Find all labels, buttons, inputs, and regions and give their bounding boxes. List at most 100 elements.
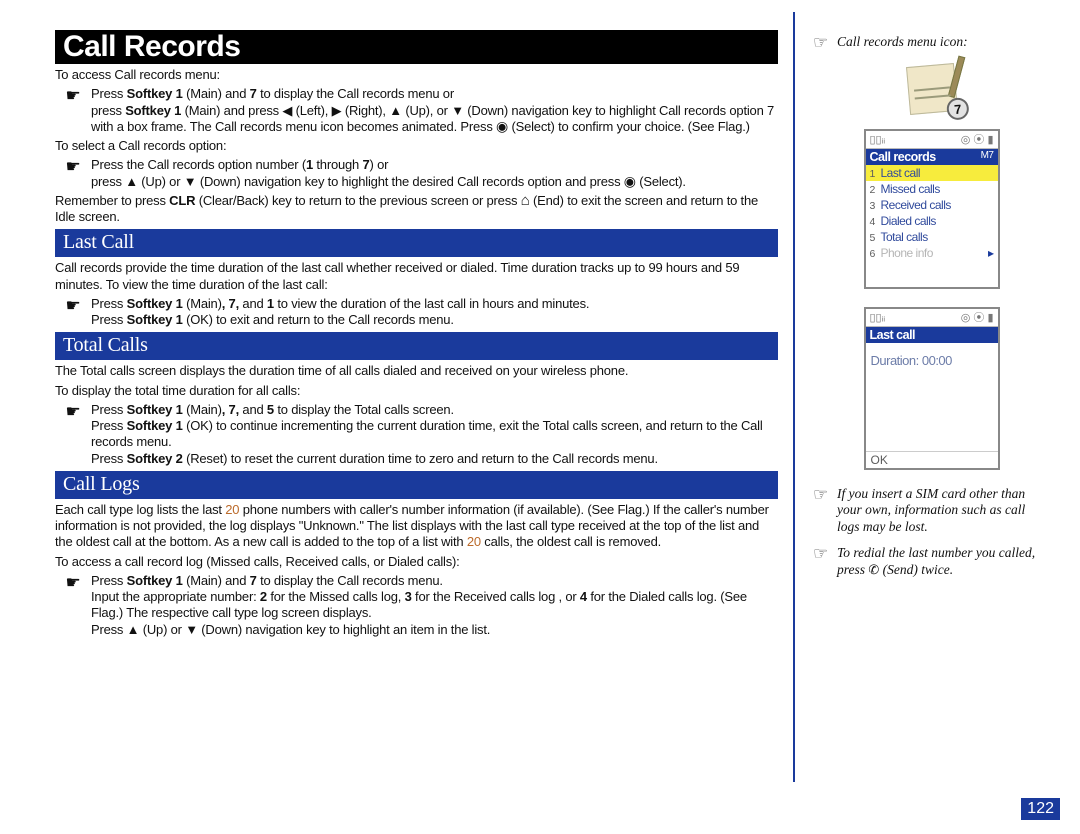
t: Press [91, 573, 127, 588]
select-icon [496, 119, 508, 133]
t: Softkey 1 [127, 573, 183, 588]
pointer-icon: ☛ [55, 157, 91, 190]
menu-number-badge: 7 [945, 97, 969, 121]
t: (Main) and press [181, 103, 282, 118]
annotation-icon: ☞ [813, 486, 837, 505]
t: Press [91, 86, 127, 101]
t: 7 [363, 157, 370, 172]
phone-screen-last-call: ▯▯ᵢᵢ ◎ ⦿ ▮ Last call Duration: 00:00 OK [864, 307, 1000, 470]
left-arrow-icon [282, 104, 292, 117]
section-total-calls: Total Calls [55, 332, 778, 360]
annotation: ☞ To redial the last number you called, … [813, 545, 1050, 578]
t: , 7, [222, 402, 239, 417]
n: 2 [870, 184, 881, 196]
status-bar: ▯▯ᵢᵢ ◎ ⦿ ▮ [866, 309, 998, 327]
t: press [91, 174, 125, 189]
t: Input the appropriate number: [91, 589, 260, 604]
pointer-icon: ☛ [55, 86, 91, 135]
remember-line: Remember to press CLR (Clear/Back) key t… [55, 193, 778, 226]
menu-item-total: 5Total calls [866, 229, 998, 245]
up-arrow-icon [125, 175, 138, 188]
page-number: 122 [1021, 798, 1060, 820]
status-left: ▯▯ᵢᵢ [870, 311, 886, 324]
duration-value: Duration: 00:00 [866, 343, 998, 451]
softkey-left: OK [871, 453, 888, 467]
bullet-total-calls: ☛ Press Softkey 1 (Main), 7, and 5 to di… [55, 402, 778, 467]
screen-title-bar: Last call [866, 327, 998, 343]
t: 20 [225, 502, 239, 517]
t: (Clear/Back) key to return to the previo… [195, 193, 520, 208]
t: ) or [370, 157, 389, 172]
total-calls-desc: The Total calls screen displays the dura… [55, 363, 778, 379]
select-icon [624, 174, 636, 188]
t: (OK) to continue incrementing the curren… [91, 418, 763, 449]
t: for the Missed calls log, [267, 589, 405, 604]
end-icon [521, 193, 530, 208]
t: Softkey 1 [127, 402, 183, 417]
menu-item-received: 3Received calls [866, 197, 998, 213]
total-calls-intro: To display the total time duration for a… [55, 383, 778, 399]
t: Softkey 1 [125, 103, 181, 118]
pointer-icon: ☛ [55, 573, 91, 638]
menu-item-dialed: 4Dialed calls [866, 213, 998, 229]
call-logs-desc: Each call type log lists the last 20 pho… [55, 502, 778, 551]
t: (Main) and [183, 573, 250, 588]
t: 7 [250, 573, 257, 588]
up-arrow-icon [389, 104, 402, 117]
screen-title: Call records [870, 150, 936, 164]
t: (Main) [183, 296, 222, 311]
bullet-call-logs: ☛ Press Softkey 1 (Main) and 7 to displa… [55, 573, 778, 638]
t: and [239, 402, 267, 417]
t: 4 [580, 589, 587, 604]
bullet-access: ☛ Press Softkey 1 (Main) and 7 to displa… [55, 86, 778, 135]
annotation: ☞ Call records menu icon: [813, 34, 1050, 53]
t: 7 [250, 86, 257, 101]
bullet-last-call: ☛ Press Softkey 1 (Main), 7, and 1 to vi… [55, 296, 778, 329]
t: (Send) twice. [879, 562, 953, 577]
t: Press the Call records option number ( [91, 157, 306, 172]
t: Softkey 2 [127, 451, 183, 466]
menu-icon-illustration: 7 [908, 65, 956, 113]
page-title: Call Records [55, 30, 778, 64]
up-arrow-icon [127, 623, 140, 636]
t: Softkey 1 [127, 296, 183, 311]
softkey-bar: OK [866, 451, 998, 468]
status-right: ◎ ⦿ ▮ [961, 131, 994, 147]
down-arrow-icon [185, 623, 198, 636]
t: (Select). [636, 174, 686, 189]
t: calls, the oldest call is removed. [481, 534, 661, 549]
submenu-arrow-icon: ▸ [988, 246, 994, 260]
t: Press [91, 296, 127, 311]
main-content: Call Records To access Call records menu… [55, 30, 793, 640]
t: Softkey 1 [127, 312, 183, 327]
t: Each call type log lists the last [55, 502, 225, 517]
screen-title: Last call [870, 328, 916, 342]
t: Softkey 1 [127, 86, 183, 101]
l: Total calls [881, 230, 928, 244]
n: 1 [870, 168, 881, 180]
t: to display the Call records menu or [257, 86, 454, 101]
t: (Left), [292, 103, 331, 118]
t: Press [91, 451, 127, 466]
annotation-text: To redial the last number you called, pr… [837, 545, 1050, 578]
section-call-logs: Call Logs [55, 471, 778, 499]
select-line: To select a Call records option: [55, 138, 778, 154]
annotation: ☞ If you insert a SIM card other than yo… [813, 486, 1050, 535]
t: (Up), or [402, 103, 451, 118]
intro-line: To access Call records menu: [55, 67, 778, 83]
screen-title-code: M7 [981, 150, 994, 164]
t: (Main) and [183, 86, 250, 101]
t: through [313, 157, 363, 172]
status-left: ▯▯ᵢᵢ [870, 133, 886, 146]
annotation-text: If you insert a SIM card other than your… [837, 486, 1050, 535]
t: (Main) [183, 402, 222, 417]
notepad-icon: 7 [905, 63, 957, 115]
t: (Up) or [139, 622, 185, 637]
call-logs-intro: To access a call record log (Missed call… [55, 554, 778, 570]
pointer-icon: ☛ [55, 296, 91, 329]
last-call-desc: Call records provide the time duration o… [55, 260, 778, 293]
t: 3 [405, 589, 412, 604]
menu-item-last-call: 1Last call [866, 165, 998, 181]
t: 20 [467, 534, 481, 549]
illustrations: 7 ▯▯ᵢᵢ ◎ ⦿ ▮ Call records M7 1Last call … [813, 63, 1050, 482]
